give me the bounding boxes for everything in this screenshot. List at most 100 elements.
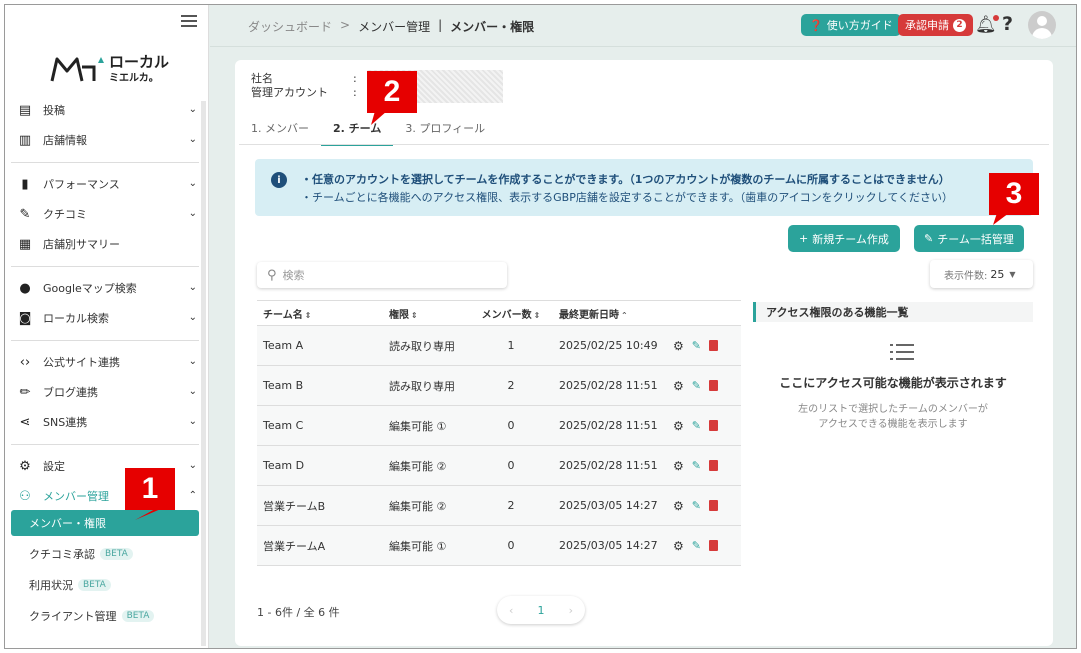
cell-member-count: 2 <box>507 379 515 392</box>
col-last-updated[interactable]: 最終更新日時 ⌃ <box>553 306 665 321</box>
help-icon[interactable]: ? <box>1002 13 1013 35</box>
cell-permission: 読み取り専用 <box>389 339 455 353</box>
col-member-count[interactable]: メンバー数 ⇕ <box>469 306 553 321</box>
gear-icon[interactable]: ⚙ <box>673 419 684 433</box>
bar-chart-icon: ▮ <box>21 176 29 192</box>
colon: : <box>353 86 357 99</box>
pencil-icon[interactable]: ✎ <box>692 339 701 352</box>
members-icon: ⚇ <box>19 488 31 504</box>
team-table: チーム名 ⇕ 権限 ⇕ メンバー数 ⇕ 最終更新日時 ⌃ Team A 読み取り専用 1 20… <box>257 300 741 566</box>
info-banner: i ・任意のアカウントを選択してチームを作成することができます。（1つのアカウン… <box>255 159 1033 216</box>
table-row[interactable]: Team D 編集可能 ② 0 2025/02/28 11:51 ⚙ ✎ <box>257 446 741 486</box>
table-row[interactable]: Team A 読み取り専用 1 2025/02/25 10:49 ⚙ ✎ <box>257 326 741 366</box>
col-team-name[interactable]: チーム名 ⇕ <box>257 306 383 321</box>
gear-icon[interactable]: ⚙ <box>673 379 684 393</box>
trash-icon[interactable] <box>708 420 718 431</box>
gear-icon[interactable]: ⚙ <box>673 339 684 353</box>
sidebar-sub-label: クチコミ承認 <box>29 548 95 561</box>
table-row[interactable]: Team B 読み取り専用 2 2025/02/28 11:51 ⚙ ✎ <box>257 366 741 406</box>
breadcrumb-member-management[interactable]: メンバー管理 <box>358 18 430 35</box>
cell-team-name: 営業チームA <box>263 539 326 553</box>
divider <box>11 162 199 163</box>
pagination-info: 1 - 6件 / 全 6 件 <box>257 606 340 619</box>
trash-icon[interactable] <box>708 340 718 351</box>
sidebar-sub-label: メンバー・権限 <box>29 517 106 530</box>
gear-icon[interactable]: ⚙ <box>673 499 684 513</box>
new-team-button[interactable]: + 新規チーム作成 <box>788 225 900 252</box>
sidebar-sub-usage[interactable]: 利用状況 BETA <box>11 572 199 598</box>
sidebar-item-performance[interactable]: ▮ パフォーマンス ⌄ <box>17 172 197 196</box>
beta-badge: BETA <box>121 610 155 622</box>
sidebar-item-post[interactable]: ▤ 投稿 ⌄ <box>17 98 197 122</box>
chevron-left-icon[interactable]: ‹ <box>509 604 513 617</box>
divider <box>11 266 199 267</box>
gear-icon[interactable]: ⚙ <box>673 459 684 473</box>
store-icon: ▥ <box>18 132 32 148</box>
callout-3-pointer <box>993 213 1009 225</box>
col-permission[interactable]: 権限 ⇕ <box>383 306 469 321</box>
pencil-icon[interactable]: ✎ <box>692 419 701 432</box>
avatar[interactable] <box>1028 11 1056 39</box>
pencil-icon[interactable]: ✎ <box>692 459 701 472</box>
sidebar-item-label: 公式サイト連携 <box>43 356 120 369</box>
callout-2-pointer <box>371 111 387 125</box>
sidebar-item-google-maps[interactable]: ● Googleマップ検索 ⌄ <box>17 276 197 300</box>
sidebar-item-store-info[interactable]: ▥ 店舗情報 ⌄ <box>17 128 197 152</box>
pencil-icon[interactable]: ✎ <box>692 379 701 392</box>
trash-icon[interactable] <box>708 460 718 471</box>
sidebar-item-local-search[interactable]: ◙ ローカル検索 ⌄ <box>17 306 197 330</box>
table-row[interactable]: Team C 編集可能 ① 0 2025/02/28 11:51 ⚙ ✎ <box>257 406 741 446</box>
post-icon: ▤ <box>18 102 32 118</box>
sidebar-scrollbar[interactable] <box>201 101 206 646</box>
sidebar-item-official-site[interactable]: ‹› 公式サイト連携 ⌄ <box>17 350 197 374</box>
cell-team-name: Team D <box>263 459 305 472</box>
search-input[interactable]: ⚲ 検索 <box>257 262 507 288</box>
trash-icon[interactable] <box>708 500 718 511</box>
cell-member-count: 2 <box>507 499 515 512</box>
cell-member-count: 1 <box>507 339 515 352</box>
notification-dot <box>992 15 999 21</box>
sidebar-sub-member-permissions[interactable]: メンバー・権限 <box>11 510 199 536</box>
bell-icon[interactable]: 🔔︎ <box>975 15 999 35</box>
divider <box>11 340 199 341</box>
guide-button[interactable]: ❓ 使い方ガイド <box>801 14 901 36</box>
sidebar-sub-review-approval[interactable]: クチコミ承認 BETA <box>11 541 199 567</box>
list-icon <box>890 342 914 364</box>
breadcrumb-dashboard[interactable]: ダッシュボード <box>248 18 332 35</box>
sidebar: ローカル ミエルカ。 ▤ 投稿 ⌄ ▥ 店舗情報 ⌄ ▮ パフォーマンス ⌄ ✎ クチコミ ⌄ … <box>5 5 209 648</box>
hamburger-menu-icon[interactable] <box>181 15 197 27</box>
table-header: チーム名 ⇕ 権限 ⇕ メンバー数 ⇕ 最終更新日時 ⌃ <box>257 300 741 326</box>
table-row[interactable]: 営業チームB 編集可能 ② 2 2025/03/05 14:27 ⚙ ✎ <box>257 486 741 526</box>
callout-2: 2 <box>367 71 417 113</box>
approval-count-badge: 2 <box>953 18 966 32</box>
pencil-icon[interactable]: ✎ <box>692 499 701 512</box>
sidebar-item-label: クチコミ <box>43 208 87 221</box>
cell-permission: 編集可能 ② <box>389 499 447 513</box>
beta-badge: BETA <box>100 548 133 560</box>
sidebar-item-reviews[interactable]: ✎ クチコミ ⌄ <box>17 202 197 226</box>
chevron-right-icon[interactable]: › <box>569 604 573 617</box>
approval-request-button[interactable]: 承認申請 2 <box>898 14 973 36</box>
tab-profile[interactable]: 3. プロフィール <box>393 116 497 146</box>
app-window: ローカル ミエルカ。 ▤ 投稿 ⌄ ▥ 店舗情報 ⌄ ▮ パフォーマンス ⌄ ✎ クチコミ ⌄ … <box>4 4 1077 649</box>
caret-down-icon: ▼ <box>1009 269 1016 279</box>
page-number[interactable]: 1 <box>538 604 545 617</box>
breadcrumb: ダッシュボード > メンバー管理 | メンバー・権限 <box>248 18 534 35</box>
gear-icon[interactable]: ⚙ <box>673 539 684 553</box>
bulk-team-manage-button[interactable]: ✎ チーム一括管理 <box>914 225 1024 252</box>
tab-members[interactable]: 1. メンバー <box>239 116 321 146</box>
trash-icon[interactable] <box>708 540 718 551</box>
per-page-select[interactable]: 表示件数: 25 ▼ <box>930 260 1033 288</box>
top-header: ダッシュボード > メンバー管理 | メンバー・権限 ❓ 使い方ガイド 承認申請 2… <box>210 5 1076 47</box>
sidebar-item-store-summary[interactable]: ▦ 店舗別サマリー <box>17 232 197 256</box>
pencil-icon[interactable]: ✎ <box>692 539 701 552</box>
sidebar-item-label: メンバー管理 <box>43 490 109 503</box>
trash-icon[interactable] <box>708 380 718 391</box>
table-row[interactable]: 営業チームA 編集可能 ① 0 2025/03/05 14:27 ⚙ ✎ <box>257 526 741 566</box>
cell-updated: 2025/02/28 11:51 <box>559 419 658 432</box>
sidebar-item-sns[interactable]: ⋖ SNS連携 ⌄ <box>17 410 197 434</box>
sidebar-item-blog[interactable]: ✏ ブログ連携 ⌄ <box>17 380 197 404</box>
sidebar-item-label: 設定 <box>43 460 65 473</box>
cell-updated: 2025/02/28 11:51 <box>559 459 658 472</box>
sidebar-sub-client-management[interactable]: クライアント管理 BETA <box>11 603 199 629</box>
